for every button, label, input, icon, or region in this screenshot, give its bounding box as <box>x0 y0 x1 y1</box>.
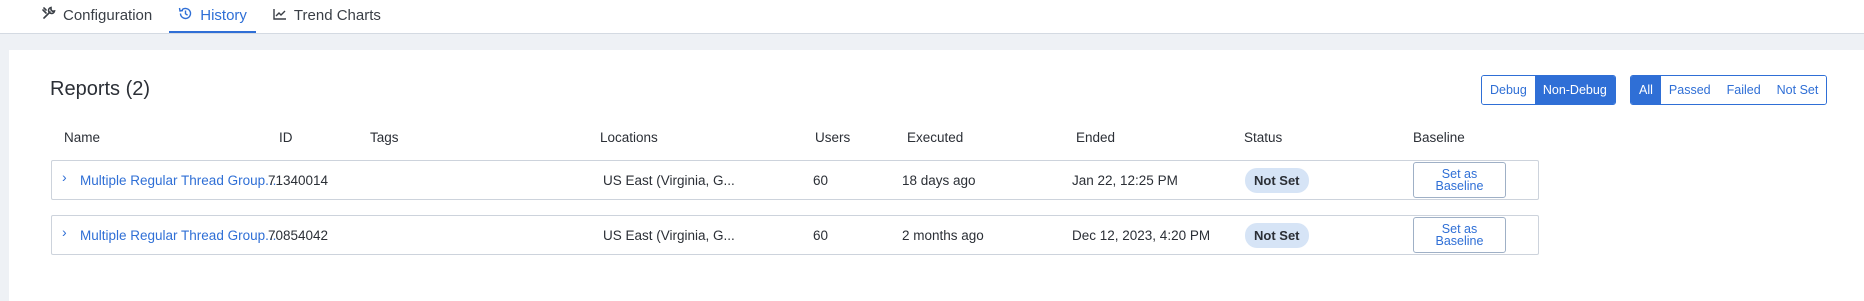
set-as-baseline-button[interactable]: Set as Baseline <box>1413 162 1506 198</box>
report-location: US East (Virginia, G... <box>603 172 735 188</box>
trend-chart-icon <box>273 7 294 24</box>
chevron-right-icon[interactable]: › <box>62 224 67 240</box>
column-header-baseline: Baseline <box>1413 130 1465 145</box>
reports-title: Reports (2) <box>50 78 151 100</box>
status-badge: Not Set <box>1245 167 1309 193</box>
column-header-ended: Ended <box>1076 130 1116 145</box>
report-id: 71340014 <box>268 172 329 188</box>
table-row[interactable]: › Multiple Regular Thread Group... 70854… <box>51 215 1539 255</box>
column-header-users: Users <box>815 130 851 145</box>
report-users: 60 <box>813 172 829 188</box>
wrench-icon <box>42 6 63 24</box>
report-users: 60 <box>813 227 829 243</box>
column-header-name: Name <box>64 130 101 145</box>
report-name-link[interactable]: Multiple Regular Thread Group... <box>80 216 276 254</box>
tab-label: Configuration <box>63 6 153 24</box>
report-ended: Dec 12, 2023, 4:20 PM <box>1072 227 1211 243</box>
set-as-baseline-button[interactable]: Set as Baseline <box>1413 217 1506 253</box>
column-header-tags: Tags <box>370 130 399 145</box>
filter-non-debug[interactable]: Non-Debug <box>1534 76 1615 104</box>
tab-label: History <box>200 6 247 24</box>
reports-panel: Reports (2) Debug Non-Debug All Passed F… <box>9 50 1864 301</box>
column-header-locations: Locations <box>600 130 658 145</box>
table-row[interactable]: › Multiple Regular Thread Group... 71340… <box>51 160 1539 200</box>
tab-label: Trend Charts <box>293 6 381 24</box>
report-executed: 18 days ago <box>902 172 976 188</box>
column-header-executed: Executed <box>907 130 964 145</box>
tab-history[interactable]: History <box>169 0 256 33</box>
filter-not-set[interactable]: Not Set <box>1768 76 1827 104</box>
filter-failed[interactable]: Failed <box>1718 76 1769 104</box>
tab-trend-charts[interactable]: Trend Charts <box>264 0 390 33</box>
column-header-status: Status <box>1244 130 1283 145</box>
report-name-link[interactable]: Multiple Regular Thread Group... <box>80 161 276 199</box>
mode-filter: Debug Non-Debug <box>1481 75 1616 105</box>
report-ended: Jan 22, 12:25 PM <box>1072 172 1178 188</box>
chevron-right-icon[interactable]: › <box>62 169 67 185</box>
report-id: 70854042 <box>268 227 329 243</box>
status-badge: Not Set <box>1245 222 1309 248</box>
history-icon <box>178 6 200 25</box>
report-executed: 2 months ago <box>902 227 984 243</box>
filter-passed[interactable]: Passed <box>1660 76 1719 104</box>
column-header-id: ID <box>279 130 293 145</box>
filter-debug[interactable]: Debug <box>1482 76 1535 104</box>
filter-all[interactable]: All <box>1631 76 1661 104</box>
tab-bar: Configuration History Trend Charts <box>0 0 1864 34</box>
report-location: US East (Virginia, G... <box>603 227 735 243</box>
tab-configuration[interactable]: Configuration <box>33 0 161 33</box>
status-filter: All Passed Failed Not Set <box>1630 75 1828 105</box>
